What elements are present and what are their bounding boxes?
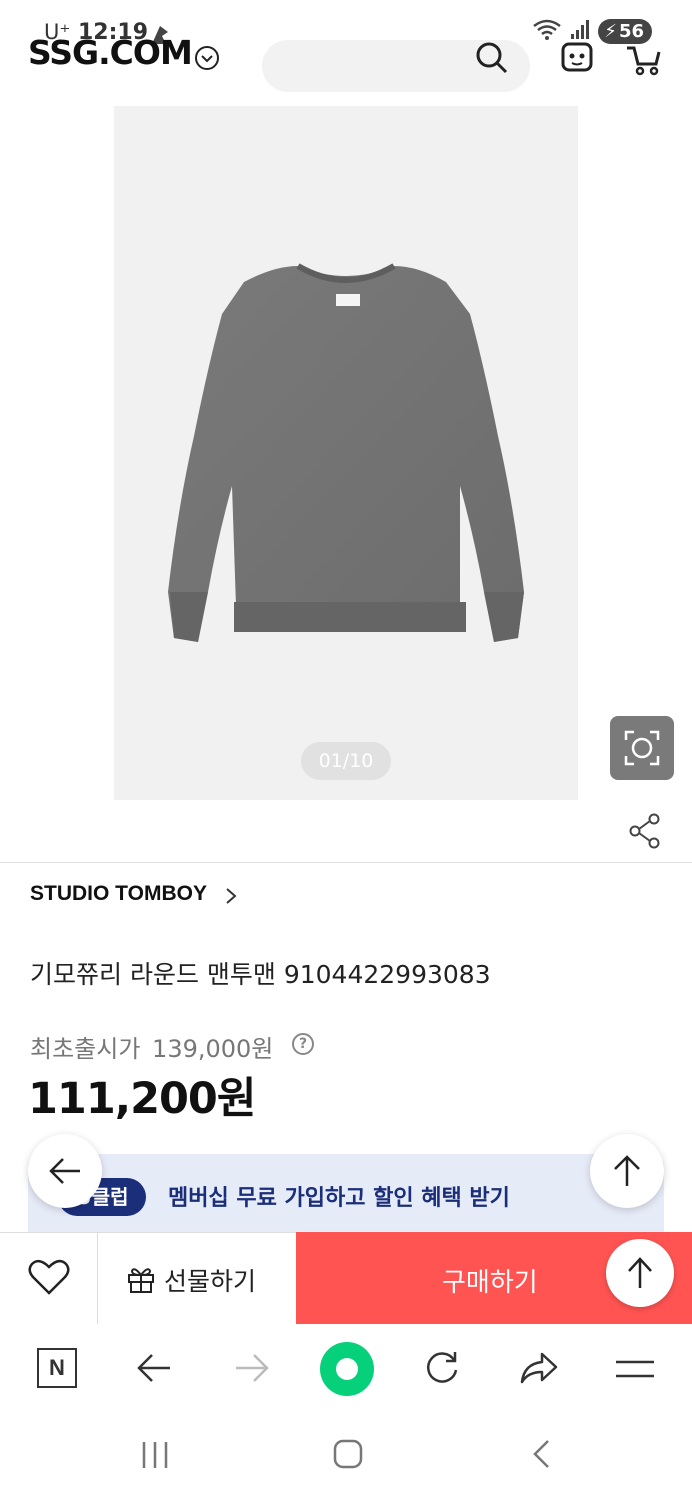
gift-button-label[interactable]: 선물하기	[164, 1262, 256, 1298]
arrow-left-icon	[48, 1156, 82, 1190]
buy-button-label[interactable]: 구매하기	[442, 1262, 538, 1299]
product-name: 기모쮸리 라운드 맨투맨 9104422993083	[30, 960, 491, 989]
character-icon[interactable]	[555, 38, 599, 82]
original-price-label: 최초출시가	[30, 1035, 141, 1063]
chevron-right-icon[interactable]	[224, 886, 238, 911]
image-search-button[interactable]	[610, 716, 674, 780]
scroll-top-button[interactable]	[606, 1239, 674, 1307]
brand-link[interactable]: STUDIO TOMBOY	[30, 882, 207, 906]
system-back-icon[interactable]	[530, 1438, 554, 1474]
sale-price: 111,200원	[28, 1074, 256, 1124]
share-arrow-icon[interactable]	[518, 1350, 560, 1390]
arrow-up-icon	[612, 1154, 642, 1192]
divider	[0, 862, 692, 863]
browser-forward-icon[interactable]	[232, 1350, 270, 1390]
greendot-icon	[336, 1358, 358, 1380]
image-counter: 01/10	[301, 742, 391, 780]
camera-lens-icon	[622, 728, 662, 772]
wishlist-button[interactable]	[0, 1232, 98, 1324]
arrow-up-icon	[626, 1256, 654, 1294]
banner-text: 멤버십 무료 가입하고 할인 혜택 받기	[168, 1186, 510, 1211]
naver-home-button[interactable]: N	[37, 1348, 77, 1388]
floating-back-button[interactable]	[28, 1134, 102, 1208]
battery-icon: ⚡	[604, 20, 617, 42]
home-icon[interactable]	[332, 1438, 364, 1474]
original-price: 최초출시가 139,000원	[30, 1029, 273, 1064]
heart-icon	[28, 1258, 70, 1300]
help-icon[interactable]: ?	[292, 1033, 314, 1055]
product-image[interactable]	[114, 106, 578, 800]
refresh-icon[interactable]	[422, 1348, 462, 1392]
share-icon[interactable]	[628, 812, 662, 854]
battery-level: 56	[618, 20, 644, 42]
floating-top-button[interactable]	[590, 1134, 664, 1208]
gift-icon	[126, 1264, 156, 1298]
recent-apps-icon[interactable]	[140, 1440, 170, 1474]
search-icon[interactable]	[472, 38, 512, 82]
chevron-down-icon[interactable]	[195, 46, 219, 70]
original-price-value: 139,000원	[152, 1035, 274, 1063]
sweatshirt-image	[168, 263, 524, 642]
cart-icon[interactable]	[624, 40, 662, 80]
menu-icon[interactable]	[614, 1356, 656, 1386]
back-arrow-icon[interactable]	[28, 140, 72, 178]
ssg-logo[interactable]: SSG.COM	[28, 36, 192, 70]
browser-back-icon[interactable]	[136, 1350, 174, 1390]
